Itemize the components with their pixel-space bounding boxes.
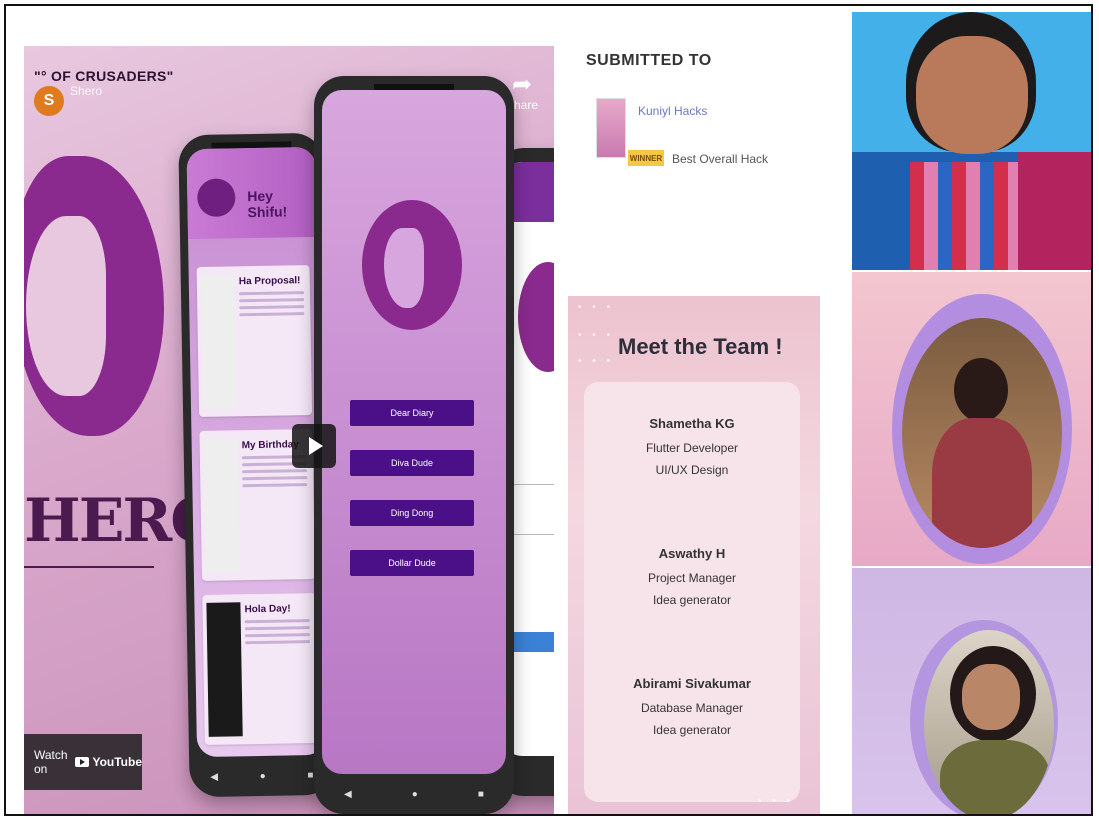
post-title: Hola Day! xyxy=(244,603,291,616)
logo-face-shape xyxy=(26,216,106,396)
member-photo-2 xyxy=(852,272,1091,566)
password-field xyxy=(510,512,554,535)
member-role: UI/UX Design xyxy=(655,463,729,477)
decor-dots: • • • xyxy=(578,330,615,341)
menu-button-ding-dong: Ding Dong xyxy=(350,500,474,526)
team-member: Aswathy H Project Manager Idea generator xyxy=(584,546,800,615)
member-name: Aswathy H xyxy=(658,546,726,561)
team-list: Shametha KG Flutter Developer UI/UX Desi… xyxy=(584,382,800,802)
phone-nav-bar: ◀ ● ■ xyxy=(344,788,484,800)
post-thumbnail xyxy=(206,602,243,737)
channel-name[interactable]: Shero xyxy=(70,84,102,98)
meet-the-team-card: • • • • • • • • • Meet the Team ! Shamet… xyxy=(568,296,820,814)
play-button[interactable] xyxy=(292,424,336,468)
phone-mockup-menu: Dear Diary Diva Dude Ding Dong Dollar Du… xyxy=(314,76,514,814)
member-role: Idea generator xyxy=(652,593,732,607)
member-photo-1 xyxy=(852,12,1091,270)
submitted-heading: SUBMITTED TO xyxy=(586,52,712,69)
youtube-icon xyxy=(75,757,90,767)
video-title[interactable]: "° OF CRUSADERS" xyxy=(34,68,174,84)
award-label: Best Overall Hack xyxy=(672,152,769,166)
watch-on-youtube-button[interactable]: Watch on YouTube xyxy=(24,734,142,790)
channel-avatar[interactable]: S xyxy=(34,86,64,116)
submitted-section: SUBMITTED TO Kuniyl Hacks WINNER Best Ov… xyxy=(586,52,846,166)
phone-screen: Dear Diary Diva Dude Ding Dong Dollar Du… xyxy=(322,90,506,774)
member-role: Database Manager xyxy=(640,701,744,715)
member-role: Flutter Developer xyxy=(645,441,739,455)
collage-frame: S "° OF CRUSADERS" Shero ➦ Share HERO He… xyxy=(4,4,1093,816)
phone-nav-bar: ◀ ● ■ xyxy=(210,769,314,783)
post-thumbnail xyxy=(200,274,238,409)
winner-badge: WINNER xyxy=(628,150,664,166)
team-member: Shametha KG Flutter Developer UI/UX Desi… xyxy=(584,416,800,485)
post-card: Ha Proposal! xyxy=(196,265,313,417)
member-name: Abirami Sivakumar xyxy=(633,676,751,691)
post-card: Hola Day! xyxy=(202,592,318,745)
member-role: Idea generator xyxy=(652,723,732,737)
menu-button-dear-diary: Dear Diary xyxy=(350,400,474,426)
decor-dots: • • • xyxy=(758,796,795,807)
watch-label: Watch on xyxy=(34,748,68,776)
member-role: Project Manager xyxy=(647,571,737,585)
decor-dots: • • • xyxy=(578,302,615,313)
hackathon-link[interactable]: Kuniyl Hacks xyxy=(638,104,707,118)
youtube-label: YouTube xyxy=(92,755,142,769)
decor-dots: • • • xyxy=(578,356,615,367)
logo-underline xyxy=(24,566,154,568)
login-button xyxy=(510,632,554,652)
play-icon xyxy=(309,437,323,455)
video-player[interactable]: S "° OF CRUSADERS" Shero ➦ Share HERO He… xyxy=(24,46,554,814)
team-title: Meet the Team ! xyxy=(618,334,783,359)
menu-button-diva-dude: Diva Dude xyxy=(350,450,474,476)
email-field xyxy=(510,462,554,485)
team-member: Abirami Sivakumar Database Manager Idea … xyxy=(584,676,800,745)
member-name: Shametha KG xyxy=(649,416,735,431)
login-logo xyxy=(518,262,554,372)
hackathon-thumbnail[interactable] xyxy=(596,98,626,158)
member-photo-3 xyxy=(852,568,1091,814)
post-title: Ha Proposal! xyxy=(238,275,301,288)
post-title: My Birthday xyxy=(241,439,299,452)
menu-button-dollar-dude: Dollar Dude xyxy=(350,550,474,576)
post-thumbnail xyxy=(203,438,240,573)
greeting-text: Hey Shifu! xyxy=(247,187,288,221)
app-logo xyxy=(362,200,462,330)
